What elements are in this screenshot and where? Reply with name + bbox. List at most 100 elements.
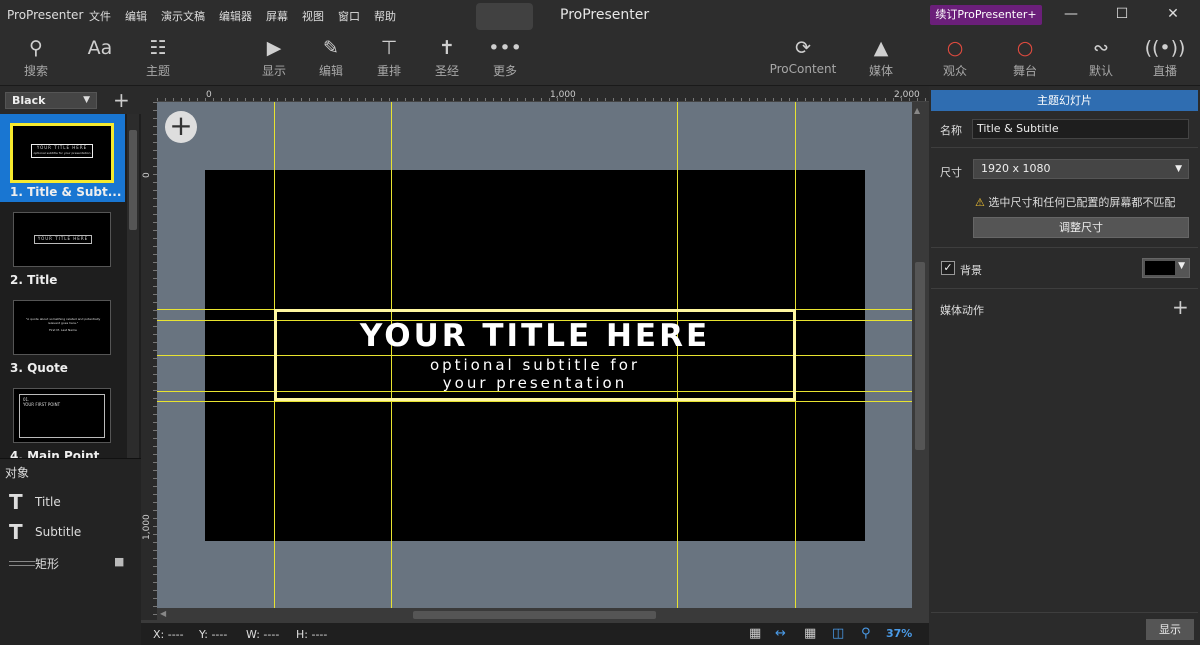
app-name: ProPresenter: [7, 8, 84, 22]
background-checkbox[interactable]: ✓: [941, 261, 955, 275]
object-subtitle[interactable]: T Subtitle: [6, 521, 136, 543]
divider: [931, 147, 1198, 148]
rectangle-object-icon: [9, 561, 35, 566]
mustache-icon: ∾: [1093, 37, 1109, 59]
scroll-up-icon[interactable]: ▲: [914, 106, 920, 115]
thumb-point-box: 01. YOUR FIRST POINT: [19, 394, 105, 438]
canvas-horizontal-scroll-thumb[interactable]: [413, 611, 656, 619]
lock-icon[interactable]: ■: [114, 555, 124, 568]
audience-button[interactable]: ○ 观众: [933, 32, 977, 86]
resize-button[interactable]: 调整尺寸: [973, 217, 1189, 238]
add-theme-icon[interactable]: +: [113, 88, 130, 112]
thumb-quote: "A quote about something related and pot…: [25, 317, 101, 332]
close-icon[interactable]: ✕: [1158, 6, 1188, 26]
theme-icon: ☷: [149, 37, 167, 59]
menu-view[interactable]: 视图: [302, 8, 324, 24]
procontent-icon: ⟳: [795, 37, 811, 59]
broadcast-icon: ((•)): [1144, 37, 1186, 59]
play-icon: ▶: [266, 37, 282, 59]
more-icon: •••: [488, 37, 522, 59]
chevron-down-icon: ▼: [1175, 164, 1182, 174]
menu-file[interactable]: 文件: [89, 8, 111, 24]
add-media-action-icon[interactable]: +: [1172, 295, 1189, 319]
media-actions-label: 媒体动作: [940, 304, 984, 317]
more-highlight: [476, 3, 533, 30]
theme-select[interactable]: Black ▼: [5, 92, 97, 109]
minimize-icon[interactable]: —: [1056, 6, 1086, 26]
reflow-button[interactable]: ⊤ 重排: [367, 32, 411, 86]
menu-screens[interactable]: 屏幕: [266, 8, 288, 24]
slide-item[interactable]: "A quote about something related and pot…: [0, 290, 125, 378]
background-label: 背景: [960, 264, 982, 277]
slide-subtitle-text[interactable]: optional subtitle for your presentation: [276, 356, 794, 392]
show-button-panel[interactable]: 显示: [1146, 619, 1194, 640]
more-button[interactable]: ••• 更多: [483, 32, 527, 86]
grid-icon[interactable]: ▦: [804, 626, 816, 641]
show-button[interactable]: ▶ 显示: [252, 32, 296, 86]
vertical-ruler: [141, 102, 157, 620]
width-readout: W: ----: [246, 628, 280, 641]
procontent-button[interactable]: ⟳ ProContent: [766, 32, 840, 86]
height-readout: H: ----: [296, 628, 328, 641]
chevron-down-icon: ▼: [83, 95, 90, 105]
slide-item[interactable]: YOUR TITLE HERE 2. Title: [0, 202, 125, 290]
menu-presentation[interactable]: 演示文稿: [161, 8, 205, 24]
size-select[interactable]: 1920 x 1080 ▼: [973, 159, 1189, 179]
stage-button[interactable]: ○ 舞台: [1003, 32, 1047, 86]
size-warning: ⚠ 选中尺寸和任何已配置的屏幕都不匹配: [975, 196, 1176, 209]
menu-help[interactable]: 帮助: [374, 8, 396, 24]
reflow-icon: ⊤: [380, 37, 398, 59]
slide-thumbnail: YOUR TITLE HERE optional subtitle for yo…: [10, 123, 114, 183]
horizontal-ruler: [157, 86, 929, 102]
maximize-icon[interactable]: ☐: [1107, 6, 1137, 26]
horizontal-guide[interactable]: [157, 401, 912, 402]
checkerboard-icon[interactable]: ▦: [749, 626, 761, 641]
bible-button[interactable]: ✝ 圣经: [425, 32, 469, 86]
color-swatch: [1145, 261, 1175, 275]
size-label: 尺寸: [940, 166, 962, 179]
audience-record-icon: ○: [946, 37, 964, 59]
zoom-icon[interactable]: ⚲: [861, 626, 871, 641]
slide-item[interactable]: YOUR TITLE HERE optional subtitle for yo…: [0, 114, 125, 202]
slide-thumbnail: "A quote about something related and pot…: [13, 300, 111, 355]
live-button[interactable]: ((•)) 直播: [1143, 32, 1187, 86]
default-button[interactable]: ∾ 默认: [1079, 32, 1123, 86]
divider: [931, 612, 1198, 613]
theme-button[interactable]: ☷ 主题: [136, 32, 180, 86]
menu-editor[interactable]: 编辑器: [219, 8, 252, 24]
snap-icon[interactable]: ◫: [832, 626, 844, 641]
text-icon: Aa: [87, 37, 113, 59]
warning-icon: ⚠: [975, 196, 985, 209]
text-button[interactable]: Aa: [78, 32, 122, 86]
slide-item[interactable]: 01. YOUR FIRST POINT 4. Main Point: [0, 378, 125, 458]
pencil-icon: ✎: [323, 37, 339, 59]
menu-window[interactable]: 窗口: [338, 8, 360, 24]
slide-thumbnail: YOUR TITLE HERE: [13, 212, 111, 267]
ruler-h-label: 0: [206, 90, 212, 100]
search-button[interactable]: ⚲ 搜索: [14, 32, 58, 86]
thumb-title-box: YOUR TITLE HERE optional subtitle for yo…: [31, 144, 93, 158]
object-rectangle[interactable]: 矩形 ■: [6, 551, 136, 573]
ruler-h-label: 1,000: [550, 90, 576, 100]
zoom-level[interactable]: 37%: [886, 627, 912, 640]
menu-edit[interactable]: 编辑: [125, 8, 147, 24]
thumb-title-box: YOUR TITLE HERE: [34, 235, 92, 244]
renew-button[interactable]: 续订ProPresenter+: [930, 5, 1042, 25]
inspector-tab-theme-slide[interactable]: 主题幻灯片: [931, 90, 1198, 111]
y-coordinate: Y: ----: [199, 628, 228, 641]
background-color-picker[interactable]: ▼: [1142, 258, 1190, 278]
name-field[interactable]: Title & Subtitle: [972, 119, 1189, 139]
media-button[interactable]: ▲ 媒体: [859, 32, 903, 86]
fit-width-icon[interactable]: ↔: [775, 626, 786, 641]
ruler-corner: [141, 86, 157, 102]
slide-title-text[interactable]: YOUR TITLE HERE: [276, 318, 794, 354]
add-object-button[interactable]: +: [165, 111, 197, 143]
text-object-icon: T: [9, 490, 23, 514]
name-label: 名称: [940, 124, 962, 137]
scroll-left-icon[interactable]: ◀: [160, 609, 166, 618]
canvas-vertical-scroll-thumb[interactable]: [915, 262, 925, 450]
slide-list-scroll-thumb[interactable]: [129, 130, 137, 230]
object-title[interactable]: T Title: [6, 491, 136, 513]
mountain-icon: ▲: [873, 37, 889, 59]
edit-button[interactable]: ✎ 编辑: [309, 32, 353, 86]
